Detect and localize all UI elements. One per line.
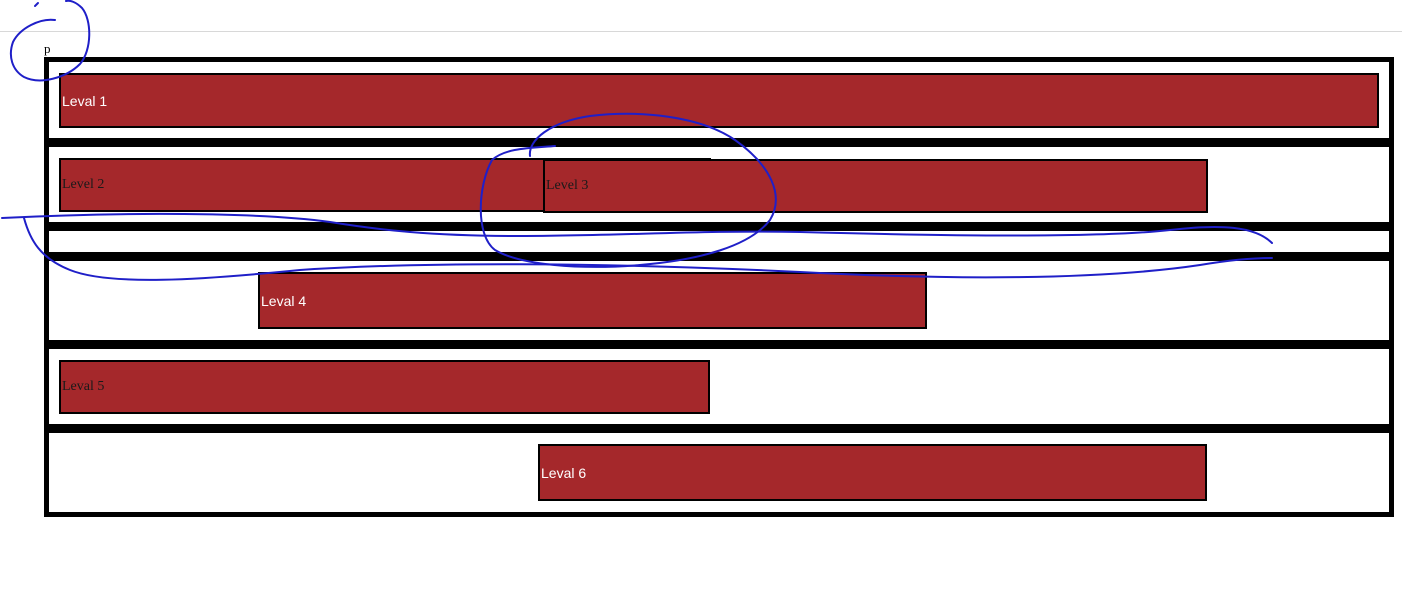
- level-bar-label: Leval 1: [62, 92, 108, 109]
- level-bar-3: Level 3: [543, 159, 1208, 213]
- row-separator: [44, 340, 1394, 349]
- annotation-tick: [34, 2, 39, 7]
- level-bar-label: Level 2: [62, 177, 105, 192]
- level-bar-6: Leval 6: [538, 444, 1207, 501]
- level-bar-label: Leval 5: [62, 379, 105, 394]
- row-separator: [44, 252, 1394, 261]
- element-label: p: [44, 41, 51, 56]
- level-bar-1: Leval 1: [59, 73, 1379, 128]
- row-separator: [44, 222, 1394, 231]
- level-bar-label: Leval 4: [261, 292, 307, 309]
- row-separator: [44, 424, 1394, 433]
- level-bar-4: Leval 4: [258, 272, 927, 329]
- top-divider: [0, 31, 1402, 32]
- level-bar-5: Leval 5: [59, 360, 710, 414]
- level-bar-label: Leval 6: [541, 464, 587, 481]
- level-bar-label: Level 3: [546, 178, 589, 193]
- row-separator: [44, 138, 1394, 147]
